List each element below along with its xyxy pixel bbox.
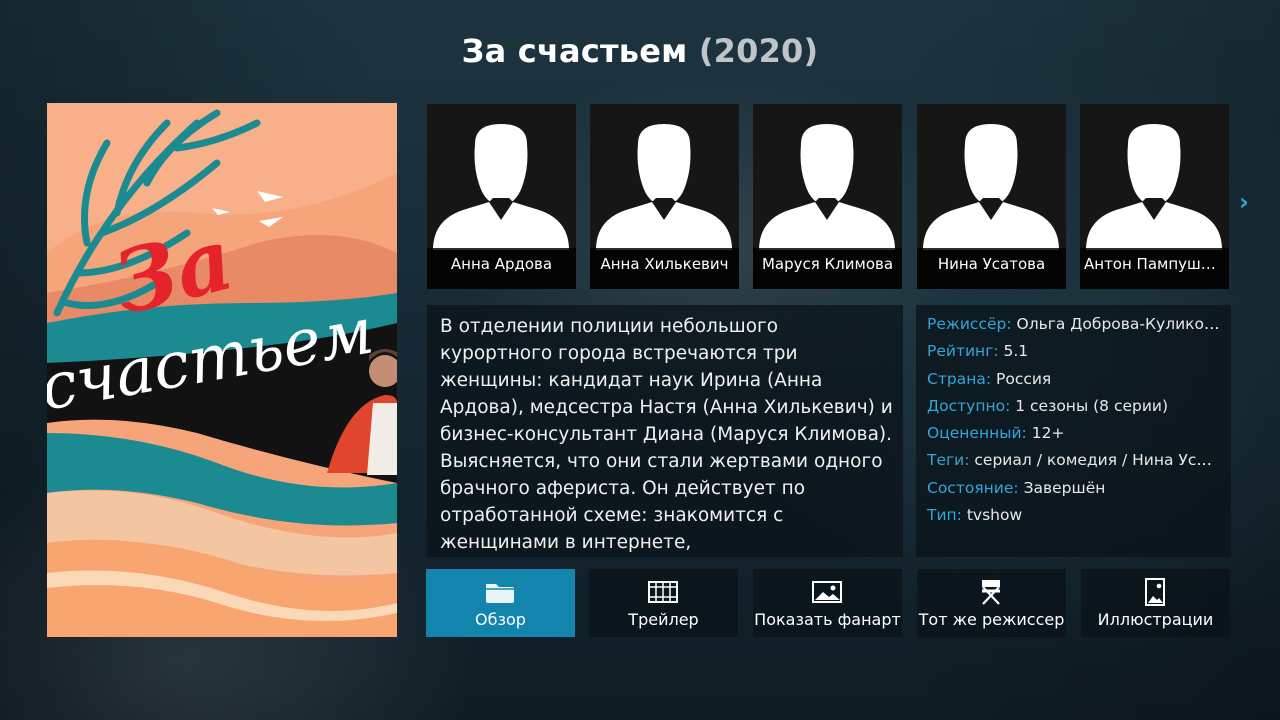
info-row-status: Состояние: Завершён — [927, 478, 1106, 497]
info-row-mpaa: Оцененный: 12+ — [927, 424, 1065, 443]
cast-name: Антон Пампушный — [1080, 248, 1229, 289]
info-row-director: Режиссёр: Ольга Доброва-Куликова — [927, 315, 1221, 333]
fanart-image-icon — [812, 581, 842, 603]
artwork-button[interactable]: Иллюстрации — [1081, 569, 1230, 637]
info-panel: Режиссёр: Ольга Доброва-Куликова Рейтинг… — [916, 305, 1231, 557]
info-row-country: Страна: Россия — [927, 369, 1052, 388]
person-silhouette-icon — [1086, 124, 1222, 250]
artwork-icon — [1145, 578, 1165, 606]
overview-button[interactable]: Обзор — [426, 569, 575, 637]
chevron-right-icon[interactable]: › — [1239, 190, 1255, 214]
info-row-type: Тип: tvshow — [927, 506, 1023, 525]
poster-artwork: За счастьем — [47, 103, 397, 637]
trailer-button[interactable]: Трейлер — [589, 569, 738, 637]
cast-name: Анна Хилькевич — [590, 248, 739, 289]
same-director-button[interactable]: Тот же режиссер — [917, 569, 1066, 637]
cast-name: Анна Ардова — [427, 248, 576, 289]
info-row-available: Доступно: 1 сезоны (8 серии) — [927, 396, 1169, 415]
plot-summary[interactable]: В отделении полиции небольшого курортног… — [427, 305, 903, 557]
show-year: (2020) — [698, 32, 819, 70]
plot-text: В отделении полиции небольшого курортног… — [440, 316, 893, 553]
show-fanart-button[interactable]: Показать фанарт — [753, 569, 902, 637]
cast-card[interactable]: Анна Хилькевич — [590, 104, 739, 289]
page-title: За счастьем (2020) — [0, 32, 1280, 70]
film-strip-icon — [648, 581, 678, 603]
show-title: За счастьем — [461, 32, 688, 70]
cast-card[interactable]: Маруся Климова — [753, 104, 902, 289]
cast-name: Нина Усатова — [917, 248, 1066, 289]
cast-name: Маруся Климова — [753, 248, 902, 289]
person-silhouette-icon — [923, 124, 1059, 250]
person-silhouette-icon — [759, 124, 895, 250]
director-chair-icon — [982, 580, 1000, 605]
cast-card[interactable]: Анна Ардова — [427, 104, 576, 289]
cast-card[interactable]: Нина Усатова — [917, 104, 1066, 289]
cast-card[interactable]: Антон Пампушный — [1080, 104, 1229, 289]
poster-image[interactable]: За счастьем — [47, 103, 397, 637]
info-row-rating: Рейтинг: 5.1 — [927, 342, 1029, 361]
folder-icon — [486, 584, 514, 603]
person-silhouette-icon — [433, 124, 569, 250]
info-row-tags: Теги: сериал / комедия / Нина Усатова — [927, 451, 1221, 470]
person-silhouette-icon — [596, 124, 732, 250]
